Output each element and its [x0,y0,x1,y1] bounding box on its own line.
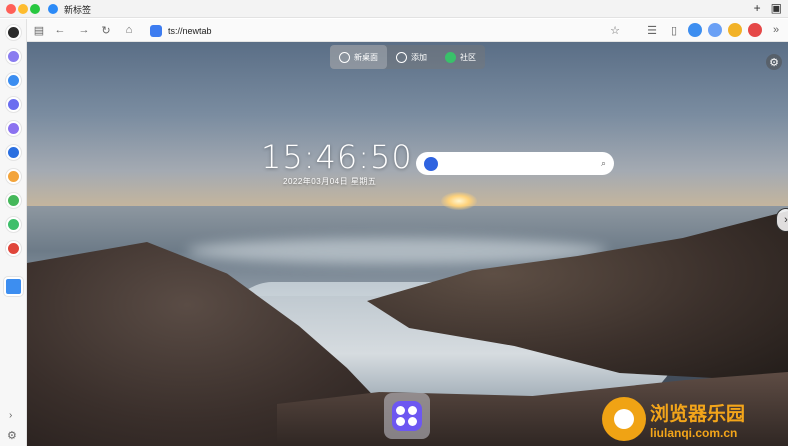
sidebar-folder-icon[interactable] [6,193,21,208]
home-button[interactable]: ⌂ [121,22,137,38]
extension-red-icon[interactable] [748,23,762,37]
watermark-url: liulanqi.com.cn [650,425,738,440]
nav-label: 社区 [460,52,476,62]
nav-add[interactable]: 添加 [387,45,436,69]
title-bar: 新标签 + ▣ [0,0,788,18]
wallpaper-foam [187,238,607,264]
back-button[interactable]: ← [52,22,68,38]
newtab-page: 新桌面 添加 社区 ⚙ 15:46:50 2022年03月04日 星期五 ⌕ ›… [27,42,788,446]
nav-new-desktop[interactable]: 新桌面 [330,45,387,69]
sidebar-browser-icon[interactable] [6,97,21,112]
baidu-paw-icon[interactable] [424,156,438,171]
clock: 15:46:50 [261,138,413,176]
sidebar-active-chat-icon[interactable] [4,277,23,296]
community-icon [445,51,456,63]
phone-icon[interactable]: ▯ [666,22,682,38]
address-url[interactable]: ts://newtab [168,26,212,36]
forward-button[interactable]: → [76,22,92,38]
sidebar-chat-icon[interactable] [6,73,21,88]
watermark-title: 浏览器乐园 [650,403,746,425]
search-icon[interactable]: ⌕ [601,158,606,169]
sidebar-collapse-button[interactable]: › [9,410,12,421]
newtab-settings-icon[interactable]: ⚙ [766,54,782,70]
plus-circle-icon [396,51,407,63]
nav-label: 添加 [411,52,427,62]
security-shield-icon [150,24,162,37]
reading-list-icon[interactable]: ☰ [644,22,660,38]
newtab-top-nav: 新桌面 添加 社区 [330,45,485,69]
sidebar: › ⚙ [0,19,27,446]
search-box[interactable]: ⌕ [416,152,614,175]
tab-newtab[interactable]: 新标签 [48,0,91,18]
wallpaper-sun [441,192,477,210]
extension-doc-icon[interactable] [708,23,722,37]
sidebar-app-grid-icon[interactable] [6,49,21,64]
window-list-button[interactable]: ▣ [771,1,782,15]
avatar-icon[interactable] [6,25,21,40]
pin-icon [339,51,350,63]
app-grid-icon [392,401,422,431]
address-bar[interactable]: ts://newtab [144,22,620,39]
app-launcher-button[interactable] [384,393,430,439]
watermark: 浏览器乐园 liulanqi.com.cn [602,394,745,444]
close-window-button[interactable] [6,4,16,14]
sidebar-phone-icon[interactable] [6,217,21,232]
tab-favicon-icon [48,4,58,14]
nav-community[interactable]: 社区 [436,45,485,69]
extension-yellow-icon[interactable] [728,23,742,37]
sidebar-weibo-icon[interactable] [6,241,21,256]
next-page-arrow-icon[interactable]: › [776,208,788,232]
sidebar-settings-icon[interactable]: ⚙ [7,429,17,442]
more-extensions-button[interactable]: » [768,22,784,38]
nav-label: 新桌面 [354,52,378,62]
new-tab-button[interactable]: + [754,1,761,15]
search-input[interactable] [444,158,601,169]
date: 2022年03月04日 星期五 [283,177,377,186]
sidebar-toggle-icon[interactable]: ▤ [31,22,47,38]
extension-blue-icon[interactable] [688,23,702,37]
reload-button[interactable]: ↻ [98,22,114,38]
tab-title: 新标签 [64,4,92,15]
sidebar-circle-icon[interactable] [6,145,21,160]
bookmark-star-button[interactable]: ☆ [607,22,623,38]
sidebar-orange-icon[interactable] [6,169,21,184]
toolbar: ▤ ← → ↻ ⌂ ts://newtab ☆ ☰ ▯ » [0,19,788,42]
minimize-window-button[interactable] [18,4,28,14]
maximize-window-button[interactable] [30,4,40,14]
watermark-logo-icon [602,397,646,441]
sidebar-apps-icon[interactable] [6,121,21,136]
